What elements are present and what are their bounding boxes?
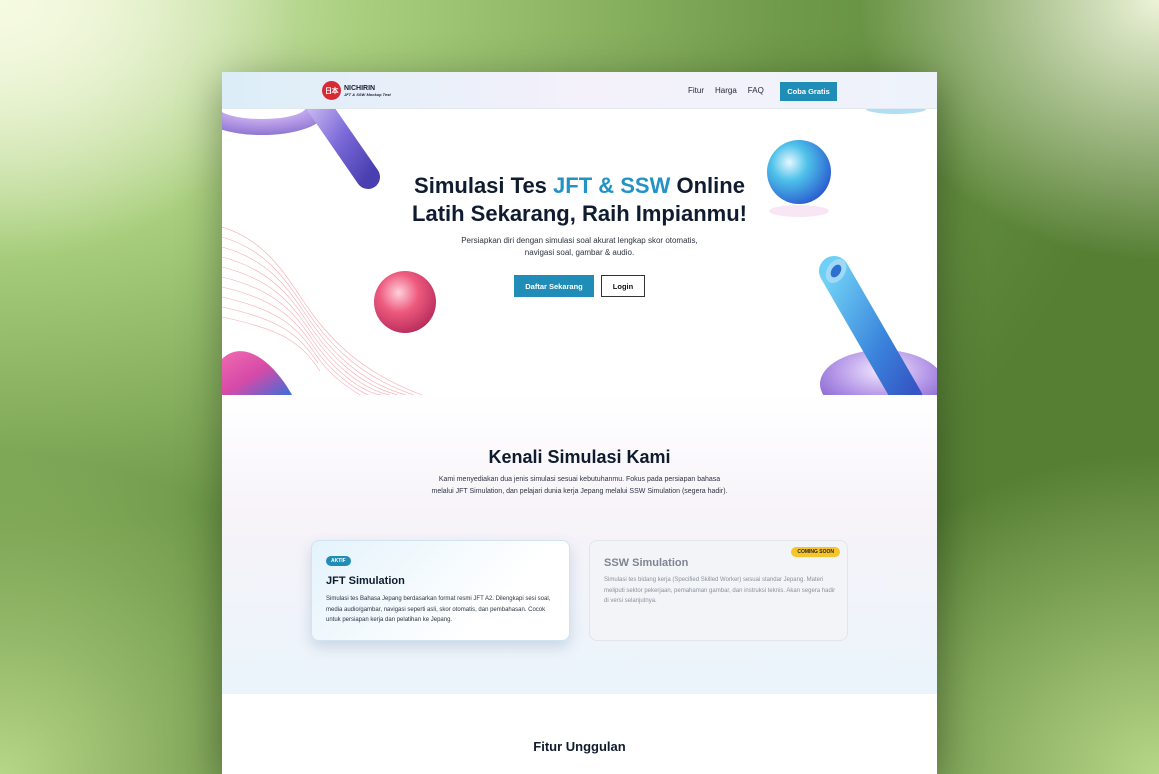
nav-link-faq[interactable]: FAQ: [748, 86, 764, 95]
jft-simulation-card[interactable]: AKTIF JFT Simulation Simulasi tes Bahasa…: [311, 540, 570, 641]
card-description: Simulasi tes Bahasa Jepang berdasarkan f…: [326, 596, 551, 623]
hero-section: Simulasi Tes JFT & SSW Online Latih Seka…: [222, 109, 937, 395]
try-free-button[interactable]: Coba Gratis: [780, 82, 837, 101]
nav-link-fitur[interactable]: Fitur: [688, 86, 704, 95]
register-button[interactable]: Daftar Sekarang: [514, 275, 594, 297]
login-button[interactable]: Login: [601, 275, 645, 297]
hero-subtitle: Persiapkan diri dengan simulasi soal aku…: [222, 235, 937, 259]
features-section: Fitur Unggulan: [222, 694, 937, 774]
features-title: Fitur Unggulan: [533, 739, 626, 754]
about-section: Kenali Simulasi Kami Kami menyediakan du…: [222, 395, 937, 694]
logo[interactable]: 日本 NICHIRIN JFT & SSW Mockup Test: [322, 81, 391, 100]
hero-subtitle-line1: Persiapkan diri dengan simulasi soal aku…: [461, 236, 698, 245]
hero-title-accent: JFT & SSW: [553, 173, 671, 198]
nav-link-harga[interactable]: Harga: [715, 86, 737, 95]
active-badge: AKTIF: [326, 556, 351, 566]
about-description: Kami menyediakan dua jenis simulasi sesu…: [431, 476, 728, 495]
hero-subtitle-line2: navigasi soal, gambar & audio.: [524, 248, 635, 257]
logo-name: NICHIRIN: [344, 84, 376, 92]
card-description: Simulasi tes bidang kerja (Specified Ski…: [604, 577, 836, 604]
card-title: JFT Simulation: [326, 575, 405, 587]
about-title: Kenali Simulasi Kami: [488, 447, 671, 467]
logo-mark-icon: 日本: [322, 81, 341, 100]
hero-title-line2: Latih Sekarang, Raih Impianmu!: [412, 201, 747, 226]
ssw-simulation-card: COMING SOON SSW Simulation Simulasi tes …: [589, 540, 848, 641]
coming-soon-badge: COMING SOON: [791, 547, 840, 557]
logo-subtitle: JFT & SSW Mockup Test: [344, 91, 391, 97]
navbar: 日本 NICHIRIN JFT & SSW Mockup Test Fitur …: [222, 72, 937, 109]
nav-links: Fitur Harga FAQ: [688, 86, 764, 95]
logo-text: NICHIRIN JFT & SSW Mockup Test: [344, 85, 391, 97]
hero-title: Simulasi Tes JFT & SSW Online Latih Seka…: [222, 172, 937, 228]
hero-title-suffix: Online: [670, 173, 745, 198]
card-title: SSW Simulation: [604, 557, 689, 569]
hero-title-prefix: Simulasi Tes: [414, 173, 554, 198]
browser-page: 日本 NICHIRIN JFT & SSW Mockup Test Fitur …: [222, 72, 937, 774]
